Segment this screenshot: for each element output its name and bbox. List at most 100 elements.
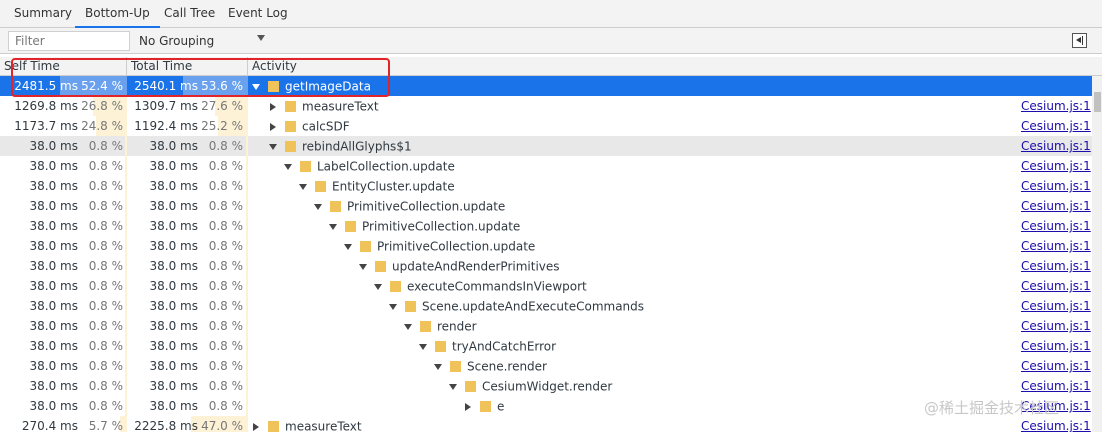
table-row[interactable]: 38.0 ms 0.8 % 38.0 ms 0.8 % render Cesium.js:… xyxy=(0,316,1092,336)
function-name: executeCommandsInViewport xyxy=(407,279,587,294)
total-time-value: 38.0 ms xyxy=(149,239,198,253)
total-time-value: 38.0 ms xyxy=(149,219,198,233)
column-activity[interactable]: Activity xyxy=(248,57,1092,76)
expanded-triangle-icon[interactable] xyxy=(389,303,397,310)
filter-input[interactable]: Filter xyxy=(8,31,130,51)
source-link[interactable]: Cesium.js:1 xyxy=(1021,116,1091,136)
activity-cell: Scene.render xyxy=(434,356,547,376)
table-row[interactable]: 38.0 ms 0.8 % 38.0 ms 0.8 % PrimitiveCollect… xyxy=(0,216,1092,236)
expanded-triangle-icon[interactable] xyxy=(329,223,337,230)
expanded-triangle-icon[interactable] xyxy=(449,383,457,390)
source-link[interactable]: Cesium.js:1 xyxy=(1021,196,1091,216)
collapsed-triangle-icon[interactable] xyxy=(270,102,276,111)
table-row[interactable]: 1269.8 ms 26.8 % 1309.7 ms 27.6 % measureTex… xyxy=(0,96,1092,116)
source-link[interactable]: Cesium.js:1 xyxy=(1021,236,1091,256)
source-link[interactable]: Cesium.js:1 xyxy=(1021,316,1091,336)
expanded-triangle-icon[interactable] xyxy=(434,363,442,370)
source-link[interactable]: Cesium.js:1 xyxy=(1021,276,1091,296)
expanded-triangle-icon[interactable] xyxy=(284,163,292,170)
total-time-cell: 38.0 ms 0.8 % xyxy=(127,296,248,316)
source-link[interactable]: Cesium.js:1 xyxy=(1021,356,1091,376)
tab-bottom-up[interactable]: Bottom-Up xyxy=(75,0,160,28)
total-time-percent: 0.8 % xyxy=(208,299,243,313)
table-row[interactable]: 38.0 ms 0.8 % 38.0 ms 0.8 % LabelCollection.… xyxy=(0,156,1092,176)
column-self-time[interactable]: Self Time xyxy=(0,57,127,76)
table-row[interactable]: 38.0 ms 0.8 % 38.0 ms 0.8 % Scene.render Cesi… xyxy=(0,356,1092,376)
total-time-bar xyxy=(246,176,248,196)
tab-call-tree[interactable]: Call Tree xyxy=(154,0,225,27)
total-time-bar xyxy=(246,396,248,416)
column-total-time[interactable]: Total Time xyxy=(127,57,248,76)
chevron-down-icon[interactable] xyxy=(257,35,265,41)
grouping-select[interactable]: No Grouping xyxy=(139,31,214,51)
collapsed-triangle-icon[interactable] xyxy=(253,422,259,431)
expanded-triangle-icon[interactable] xyxy=(314,203,322,210)
total-time-percent: 0.8 % xyxy=(208,159,243,173)
self-time-value: 270.4 ms xyxy=(21,419,78,432)
self-time-value: 38.0 ms xyxy=(29,259,78,273)
self-time-value: 38.0 ms xyxy=(29,199,78,213)
table-row[interactable]: 38.0 ms 0.8 % 38.0 ms 0.8 % updateAndRenderP… xyxy=(0,256,1092,276)
watermark: @稀土掘金技术社区 xyxy=(924,399,1060,417)
expanded-triangle-icon[interactable] xyxy=(359,263,367,270)
table-row[interactable]: 38.0 ms 0.8 % 38.0 ms 0.8 % EntityCluster.up… xyxy=(0,176,1092,196)
scripting-category-icon xyxy=(315,181,326,192)
activity-cell: EntityCluster.update xyxy=(299,176,455,196)
total-time-cell: 38.0 ms 0.8 % xyxy=(127,156,248,176)
self-time-percent: 24.8 % xyxy=(81,119,123,133)
self-time-cell: 38.0 ms 0.8 % xyxy=(0,376,127,396)
expanded-triangle-icon[interactable] xyxy=(299,183,307,190)
tab-event-log[interactable]: Event Log xyxy=(218,0,298,27)
total-time-bar xyxy=(246,356,248,376)
table-row[interactable]: 38.0 ms 0.8 % 38.0 ms 0.8 % PrimitiveCollect… xyxy=(0,196,1092,216)
activity-cell: executeCommandsInViewport xyxy=(374,276,587,296)
function-name: calcSDF xyxy=(302,119,350,134)
expanded-triangle-icon[interactable] xyxy=(374,283,382,290)
source-link[interactable]: Cesium.js:1 xyxy=(1021,336,1091,356)
tab-summary[interactable]: Summary xyxy=(4,0,82,27)
function-name: measureText xyxy=(285,419,362,432)
scripting-category-icon xyxy=(375,261,386,272)
table-row[interactable]: 38.0 ms 0.8 % 38.0 ms 0.8 % tryAndCatchError… xyxy=(0,336,1092,356)
expanded-triangle-icon[interactable] xyxy=(269,143,277,150)
table-row[interactable]: 1173.7 ms 24.8 % 1192.4 ms 25.2 % calcSDF Ces… xyxy=(0,116,1092,136)
table-header: Self Time Total Time Activity xyxy=(0,57,1102,76)
total-time-percent: 0.8 % xyxy=(208,199,243,213)
total-time-percent: 0.8 % xyxy=(208,319,243,333)
table-row[interactable]: 270.4 ms 5.7 % 2225.8 ms 47.0 % measureText C… xyxy=(0,416,1092,432)
activity-cell: measureText xyxy=(252,416,362,432)
source-link[interactable]: Cesium.js:1 xyxy=(1021,216,1091,236)
scrollbar-track[interactable] xyxy=(1092,76,1102,432)
total-time-bar xyxy=(246,276,248,296)
activity-cell: CesiumWidget.render xyxy=(449,376,612,396)
source-link[interactable]: Cesium.js:1 xyxy=(1021,296,1091,316)
source-link[interactable]: Cesium.js:1 xyxy=(1021,376,1091,396)
table-row[interactable]: 38.0 ms 0.8 % 38.0 ms 0.8 % rebindAllGlyphs$… xyxy=(0,136,1092,156)
expanded-triangle-icon[interactable] xyxy=(252,83,260,90)
expanded-triangle-icon[interactable] xyxy=(344,243,352,250)
scripting-category-icon xyxy=(285,141,296,152)
source-link[interactable]: Cesium.js:1 xyxy=(1021,96,1091,116)
table-row[interactable]: 2481.5 ms 52.4 % 2540.1 ms 53.6 % getImageDa… xyxy=(0,76,1092,96)
toggle-sidebar-icon[interactable] xyxy=(1072,33,1087,48)
source-link[interactable]: Cesium.js:1 xyxy=(1021,256,1091,276)
total-time-percent: 47.0 % xyxy=(201,419,243,432)
self-time-cell: 38.0 ms 0.8 % xyxy=(0,316,127,336)
table-row[interactable]: 38.0 ms 0.8 % 38.0 ms 0.8 % PrimitiveCollect… xyxy=(0,236,1092,256)
source-link[interactable]: Cesium.js:1 xyxy=(1021,136,1091,156)
collapsed-triangle-icon[interactable] xyxy=(465,402,471,411)
total-time-value: 1309.7 ms xyxy=(134,99,198,113)
self-time-cell: 1173.7 ms 24.8 % xyxy=(0,116,127,136)
expanded-triangle-icon[interactable] xyxy=(404,323,412,330)
source-link[interactable]: Cesium.js:1 xyxy=(1021,176,1091,196)
tab-bar: Summary Bottom-Up Call Tree Event Log xyxy=(0,0,1102,28)
collapsed-triangle-icon[interactable] xyxy=(270,122,276,131)
table-row[interactable]: 38.0 ms 0.8 % 38.0 ms 0.8 % Scene.updateAndE… xyxy=(0,296,1092,316)
source-link[interactable]: Cesium.js:1 xyxy=(1021,156,1091,176)
source-link[interactable]: Cesium.js:1 xyxy=(1021,416,1091,432)
expanded-triangle-icon[interactable] xyxy=(419,343,427,350)
table-row[interactable]: 38.0 ms 0.8 % 38.0 ms 0.8 % CesiumWidget.ren… xyxy=(0,376,1092,396)
self-time-percent: 52.4 % xyxy=(81,79,123,93)
table-row[interactable]: 38.0 ms 0.8 % 38.0 ms 0.8 % executeCommandsI… xyxy=(0,276,1092,296)
scrollbar-thumb[interactable] xyxy=(1094,92,1101,112)
